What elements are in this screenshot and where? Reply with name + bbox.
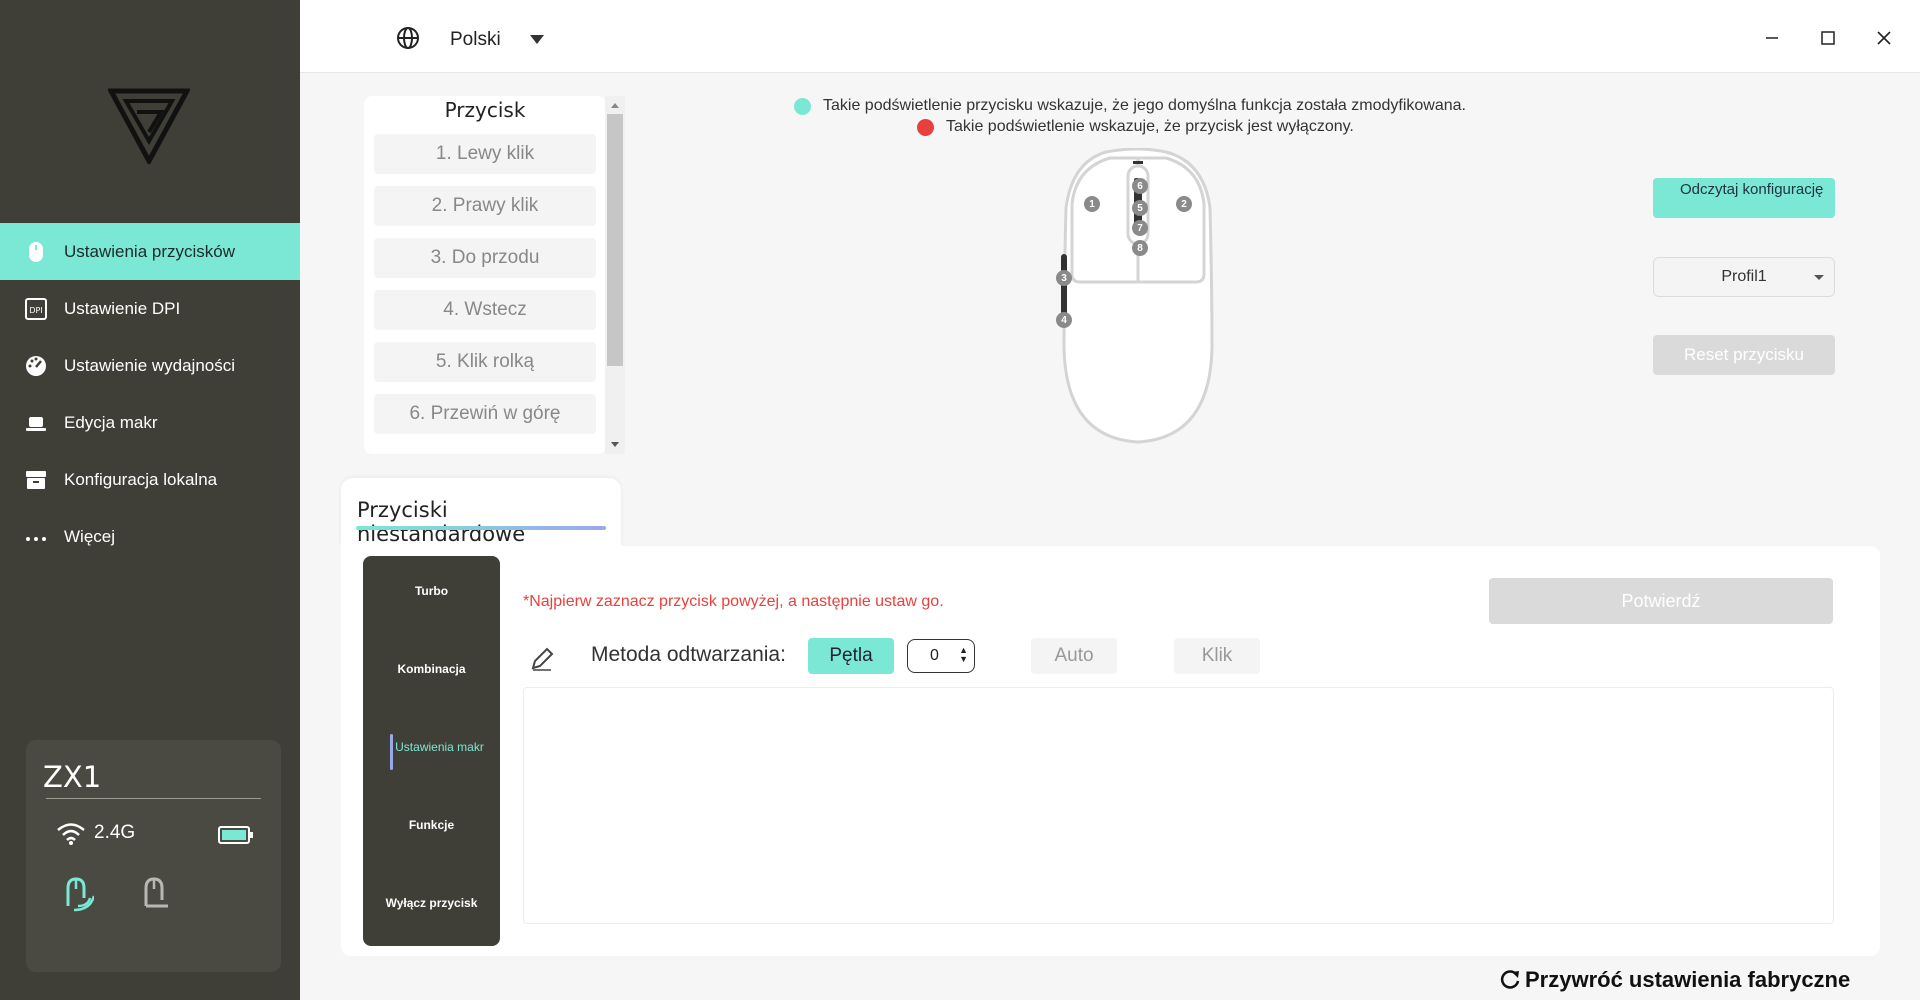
factory-reset-button[interactable]: Przywróć ustawienia fabryczne bbox=[1499, 967, 1850, 993]
hint-text: *Najpierw zaznacz przycisk powyżej, a na… bbox=[523, 593, 944, 610]
custom-buttons-panel: Turbo Kombinacja Ustawienia makr Funkcje… bbox=[341, 546, 1880, 956]
sidebar-item-label: Ustawienie DPI bbox=[64, 298, 181, 318]
close-icon bbox=[1877, 31, 1891, 45]
legend-disabled-text: Takie podświetlenie wskazuje, że przycis… bbox=[946, 118, 1354, 135]
button-item-forward[interactable]: 3. Do przodu bbox=[374, 238, 596, 278]
button-item-left-click[interactable]: 1. Lewy klik bbox=[374, 134, 596, 174]
refresh-icon bbox=[1500, 970, 1520, 989]
minimize-icon bbox=[1766, 37, 1778, 39]
sidebar-item-button-settings[interactable]: Ustawienia przycisków bbox=[0, 223, 300, 280]
pencil-icon[interactable] bbox=[529, 646, 555, 672]
function-item-combination[interactable]: Kombinacja bbox=[363, 662, 500, 676]
globe-icon[interactable] bbox=[396, 26, 420, 50]
sidebar-item-performance[interactable]: Ustawienie wydajności bbox=[0, 337, 300, 394]
sidebar-item-label: Więcej bbox=[64, 526, 116, 546]
factory-reset-label: Przywróć ustawienia fabryczne bbox=[1525, 967, 1851, 992]
keyboard-icon bbox=[24, 411, 48, 435]
scrollbar-thumb[interactable] bbox=[607, 114, 623, 366]
profile-select[interactable]: Profil1 bbox=[1653, 257, 1835, 297]
button-list: 1. Lewy klik 2. Prawy klik 3. Do przodu … bbox=[374, 134, 596, 446]
function-item-turbo[interactable]: Turbo bbox=[363, 584, 500, 598]
repeat-count-value: 0 bbox=[930, 647, 939, 664]
close-button[interactable] bbox=[1866, 20, 1902, 56]
function-item-functions[interactable]: Funkcje bbox=[363, 818, 500, 832]
divider bbox=[46, 798, 261, 799]
top-bar: Polski bbox=[300, 0, 1920, 73]
sidebar-nav: Ustawienia przycisków DPI Ustawienie DPI… bbox=[0, 223, 300, 565]
macro-editor-area[interactable] bbox=[523, 687, 1834, 924]
archive-icon bbox=[24, 468, 48, 492]
chevron-down-icon bbox=[1814, 275, 1824, 280]
minimize-button[interactable] bbox=[1754, 20, 1790, 56]
mouse-marker-2[interactable]: 2 bbox=[1176, 196, 1192, 212]
mouse-marker-4[interactable]: 4 bbox=[1056, 312, 1072, 328]
dpi-icon: DPI bbox=[24, 297, 48, 321]
button-list-scrollbar[interactable] bbox=[605, 96, 625, 454]
maximize-button[interactable] bbox=[1810, 20, 1846, 56]
scroll-up-icon[interactable] bbox=[605, 98, 625, 112]
auto-button[interactable]: Auto bbox=[1031, 638, 1117, 674]
device-name: ZX1 bbox=[43, 760, 102, 794]
mouse-marker-5[interactable]: 5 bbox=[1132, 200, 1148, 216]
button-list-title: Przycisk bbox=[444, 98, 526, 122]
legend-modified: Takie podświetlenie przycisku wskazuje, … bbox=[794, 97, 1466, 115]
button-item-scroll-up[interactable]: 6. Przewiń w górę bbox=[374, 394, 596, 434]
play-method-label: Metoda odtwarzania: bbox=[591, 643, 786, 666]
wifi-icon bbox=[57, 823, 85, 845]
gauge-icon bbox=[24, 354, 48, 378]
battery-icon bbox=[218, 826, 253, 844]
button-item-back[interactable]: 4. Wstecz bbox=[374, 290, 596, 330]
mouse-icon bbox=[24, 240, 48, 264]
function-item-macro[interactable]: Ustawienia makr bbox=[363, 740, 500, 754]
legend-disabled: Takie podświetlenie wskazuje, że przycis… bbox=[917, 118, 1354, 136]
scroll-down-icon[interactable] bbox=[605, 438, 625, 452]
stepper-arrows-icon[interactable]: ▲ ▼ bbox=[959, 646, 968, 664]
mouse-wired-icon[interactable] bbox=[138, 876, 172, 912]
sidebar-item-label: Ustawienia przycisków bbox=[64, 241, 235, 261]
sidebar-item-label: Konfiguracja lokalna bbox=[64, 469, 218, 489]
function-item-disable[interactable]: Wyłącz przycisk bbox=[363, 896, 500, 910]
sidebar-item-label: Ustawienie wydajności bbox=[64, 355, 236, 375]
legend-modified-text: Takie podświetlenie przycisku wskazuje, … bbox=[823, 97, 1466, 114]
maximize-icon bbox=[1821, 31, 1835, 45]
tab-underline bbox=[356, 526, 606, 530]
mouse-marker-6[interactable]: 6 bbox=[1132, 178, 1148, 194]
profile-value: Profil1 bbox=[1721, 268, 1767, 285]
language-select[interactable]: Polski bbox=[450, 29, 501, 51]
connection-type: 2.4G bbox=[94, 822, 136, 843]
svg-text:DPI: DPI bbox=[29, 306, 42, 315]
tab-label: Przyciski niestandardowe bbox=[357, 498, 526, 546]
sidebar-item-macro[interactable]: Edycja makr bbox=[0, 394, 300, 451]
tab-custom-buttons[interactable]: Przyciski niestandardowe bbox=[341, 478, 621, 546]
mouse-marker-7[interactable]: 7 bbox=[1132, 220, 1148, 236]
reset-button[interactable]: Reset przycisku bbox=[1653, 335, 1835, 375]
button-item-wheel-click[interactable]: 5. Klik rolką bbox=[374, 342, 596, 382]
click-button[interactable]: Klik bbox=[1174, 638, 1260, 674]
function-menu: Turbo Kombinacja Ustawienia makr Funkcje… bbox=[363, 556, 500, 946]
more-icon bbox=[24, 525, 48, 549]
loop-button[interactable]: Pętla bbox=[808, 638, 894, 674]
sidebar-item-local-config[interactable]: Konfiguracja lokalna bbox=[0, 451, 300, 508]
mouse-wireless-icon[interactable] bbox=[60, 876, 94, 912]
disabled-dot bbox=[917, 118, 934, 136]
confirm-button[interactable]: Potwierdź bbox=[1489, 578, 1833, 624]
chevron-down-icon[interactable] bbox=[530, 35, 544, 44]
sidebar-item-dpi[interactable]: DPI Ustawienie DPI bbox=[0, 280, 300, 337]
button-item-right-click[interactable]: 2. Prawy klik bbox=[374, 186, 596, 226]
sidebar-item-more[interactable]: Więcej bbox=[0, 508, 300, 565]
sidebar: Ustawienia przycisków DPI Ustawienie DPI… bbox=[0, 0, 300, 1000]
mouse-marker-1[interactable]: 1 bbox=[1084, 196, 1100, 212]
device-card: ZX1 2.4G bbox=[26, 740, 281, 972]
read-config-button[interactable]: Odczytaj konfigurację bbox=[1653, 178, 1835, 218]
repeat-count-stepper[interactable]: 0 ▲ ▼ bbox=[907, 639, 975, 673]
modified-dot bbox=[794, 97, 811, 115]
button-list-panel: Przycisk 1. Lewy klik 2. Prawy klik 3. D… bbox=[364, 96, 606, 454]
brand-logo bbox=[108, 88, 190, 164]
mouse-marker-8[interactable]: 8 bbox=[1132, 240, 1148, 256]
sidebar-item-label: Edycja makr bbox=[64, 412, 158, 432]
mouse-marker-3[interactable]: 3 bbox=[1056, 270, 1072, 286]
